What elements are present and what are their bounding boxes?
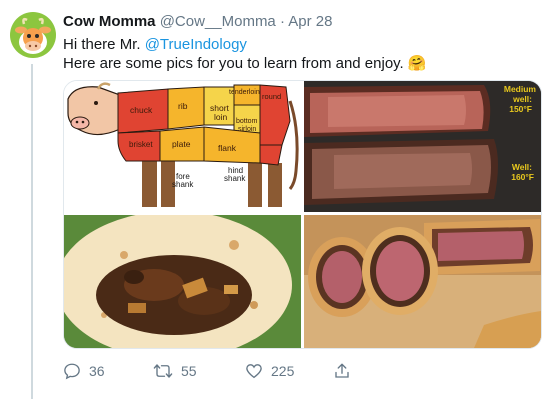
like-button[interactable]: 225	[245, 362, 294, 380]
greeting-text: Hi there Mr.	[63, 36, 145, 53]
steak-doneness-photo[interactable]: Medium well: 150°F Well: 160°F	[304, 81, 541, 212]
user-handle[interactable]: @Cow__Momma	[160, 13, 276, 30]
media-grid: chuck rib tenderloin round short loin bo…	[63, 80, 542, 349]
beef-cuts-chart-image[interactable]: chuck rib tenderloin round short loin bo…	[64, 81, 301, 212]
beef-taco-photo[interactable]	[64, 215, 301, 348]
label-chuck: chuck	[130, 105, 153, 115]
cow-avatar-icon	[10, 12, 56, 58]
label-plate: plate	[172, 139, 191, 149]
hugging-face-emoji: 🤗	[407, 55, 427, 72]
share-button[interactable]	[333, 362, 351, 380]
label-round: round	[262, 92, 281, 101]
label-bottom-sirloin-1: bottom	[236, 118, 258, 125]
label-fore-shank-2: shank	[172, 180, 194, 189]
thread-line	[31, 64, 33, 399]
tweet-date[interactable]: Apr 28	[288, 13, 332, 30]
well-label: Well:	[512, 162, 532, 172]
medium-well-label-2: well:	[512, 94, 532, 104]
medium-well-label-1: Medium	[504, 84, 537, 94]
retweet-button[interactable]: 55	[153, 362, 197, 380]
share-icon	[335, 363, 349, 378]
well-temp: 160°F	[511, 172, 534, 182]
retweet-icon	[153, 364, 173, 378]
body-text: Here are some pics for you to learn from…	[63, 55, 404, 72]
reply-button[interactable]: 36	[63, 362, 105, 380]
reply-count: 36	[89, 363, 105, 379]
label-hind-shank-2: shank	[224, 174, 246, 183]
label-brisket: brisket	[129, 140, 153, 149]
label-bottom-sirloin-2: sirloin	[238, 126, 256, 133]
tweet-header: Cow Momma @Cow__Momma · Apr 28	[63, 13, 333, 30]
tweet-text-line-1: Hi there Mr. @TrueIndology	[63, 36, 247, 53]
label-rib: rib	[178, 101, 188, 111]
like-count: 225	[271, 363, 295, 379]
label-flank: flank	[218, 143, 237, 153]
beef-wellington-photo[interactable]	[304, 215, 541, 348]
mention-link[interactable]: @TrueIndology	[145, 36, 247, 53]
display-name[interactable]: Cow Momma	[63, 13, 156, 30]
heart-icon	[246, 364, 262, 379]
tweet-actions: 36 55 225	[63, 362, 363, 382]
medium-well-temp: 150°F	[509, 104, 532, 114]
header-separator: ·	[279, 13, 285, 30]
retweet-count: 55	[181, 363, 197, 379]
label-tenderloin: tenderloin	[229, 89, 260, 96]
avatar[interactable]	[10, 12, 56, 58]
reply-icon	[64, 363, 80, 380]
tweet-text-line-2: Here are some pics for you to learn from…	[63, 54, 427, 72]
label-short-loin-2: loin	[214, 112, 228, 122]
